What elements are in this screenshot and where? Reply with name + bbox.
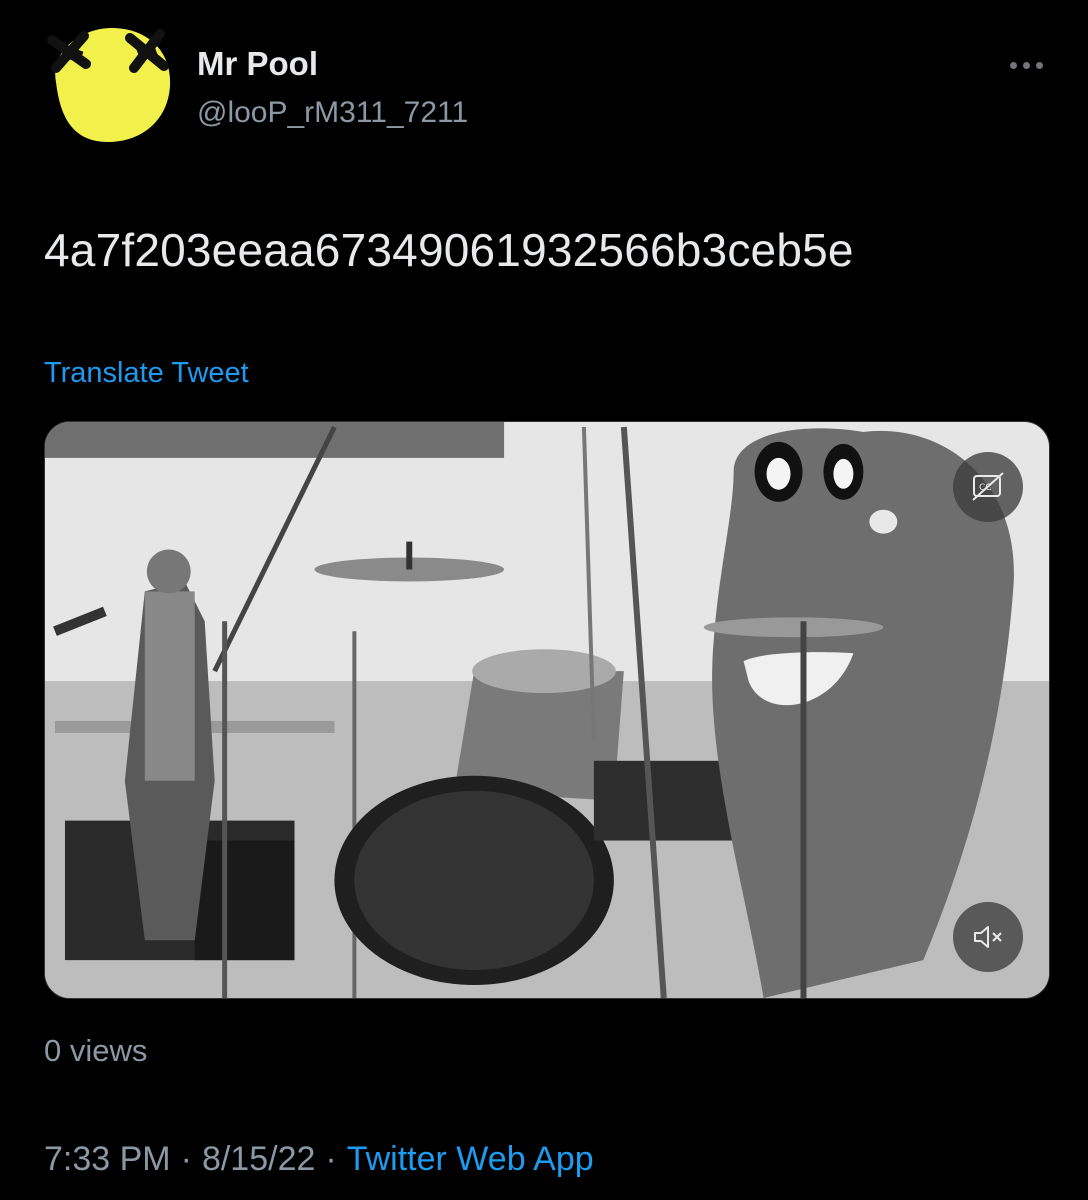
closed-captions-off-icon: CC — [972, 472, 1004, 501]
translate-tweet-link[interactable]: Translate Tweet — [44, 355, 249, 391]
captions-button[interactable]: CC — [953, 452, 1023, 522]
tweet-time[interactable]: 7:33 PM — [44, 1140, 171, 1178]
more-options-button[interactable] — [1000, 50, 1052, 80]
author-display-name[interactable]: Mr Pool — [197, 44, 318, 84]
tweet-text: 4a7f203eeaa67349061932566b3ceb5e — [44, 224, 854, 276]
separator: · — [180, 1140, 192, 1178]
volume-muted-icon — [974, 926, 1002, 948]
view-count: 0 views — [44, 1033, 148, 1068]
tweet-source-link[interactable]: Twitter Web App — [347, 1140, 594, 1178]
tweet-date[interactable]: 8/15/22 — [202, 1140, 315, 1178]
yellow-smiley-x-eyes-icon — [47, 28, 171, 142]
tweet: Mr Pool @looP_rM311_7211 4a7f203eeaa6734… — [0, 0, 1088, 1200]
more-dot — [1035, 61, 1043, 69]
more-horizontal-icon — [1009, 61, 1017, 69]
video-player[interactable]: CC — [44, 421, 1050, 999]
more-dot — [1022, 61, 1030, 69]
tweet-metadata: 7:33 PM · 8/15/22 · Twitter Web App — [44, 1138, 594, 1180]
avatar[interactable] — [42, 24, 174, 146]
mute-toggle-button[interactable] — [953, 902, 1023, 972]
video-frame — [45, 422, 1049, 998]
author-handle[interactable]: @looP_rM311_7211 — [197, 95, 468, 131]
separator: · — [325, 1140, 337, 1178]
